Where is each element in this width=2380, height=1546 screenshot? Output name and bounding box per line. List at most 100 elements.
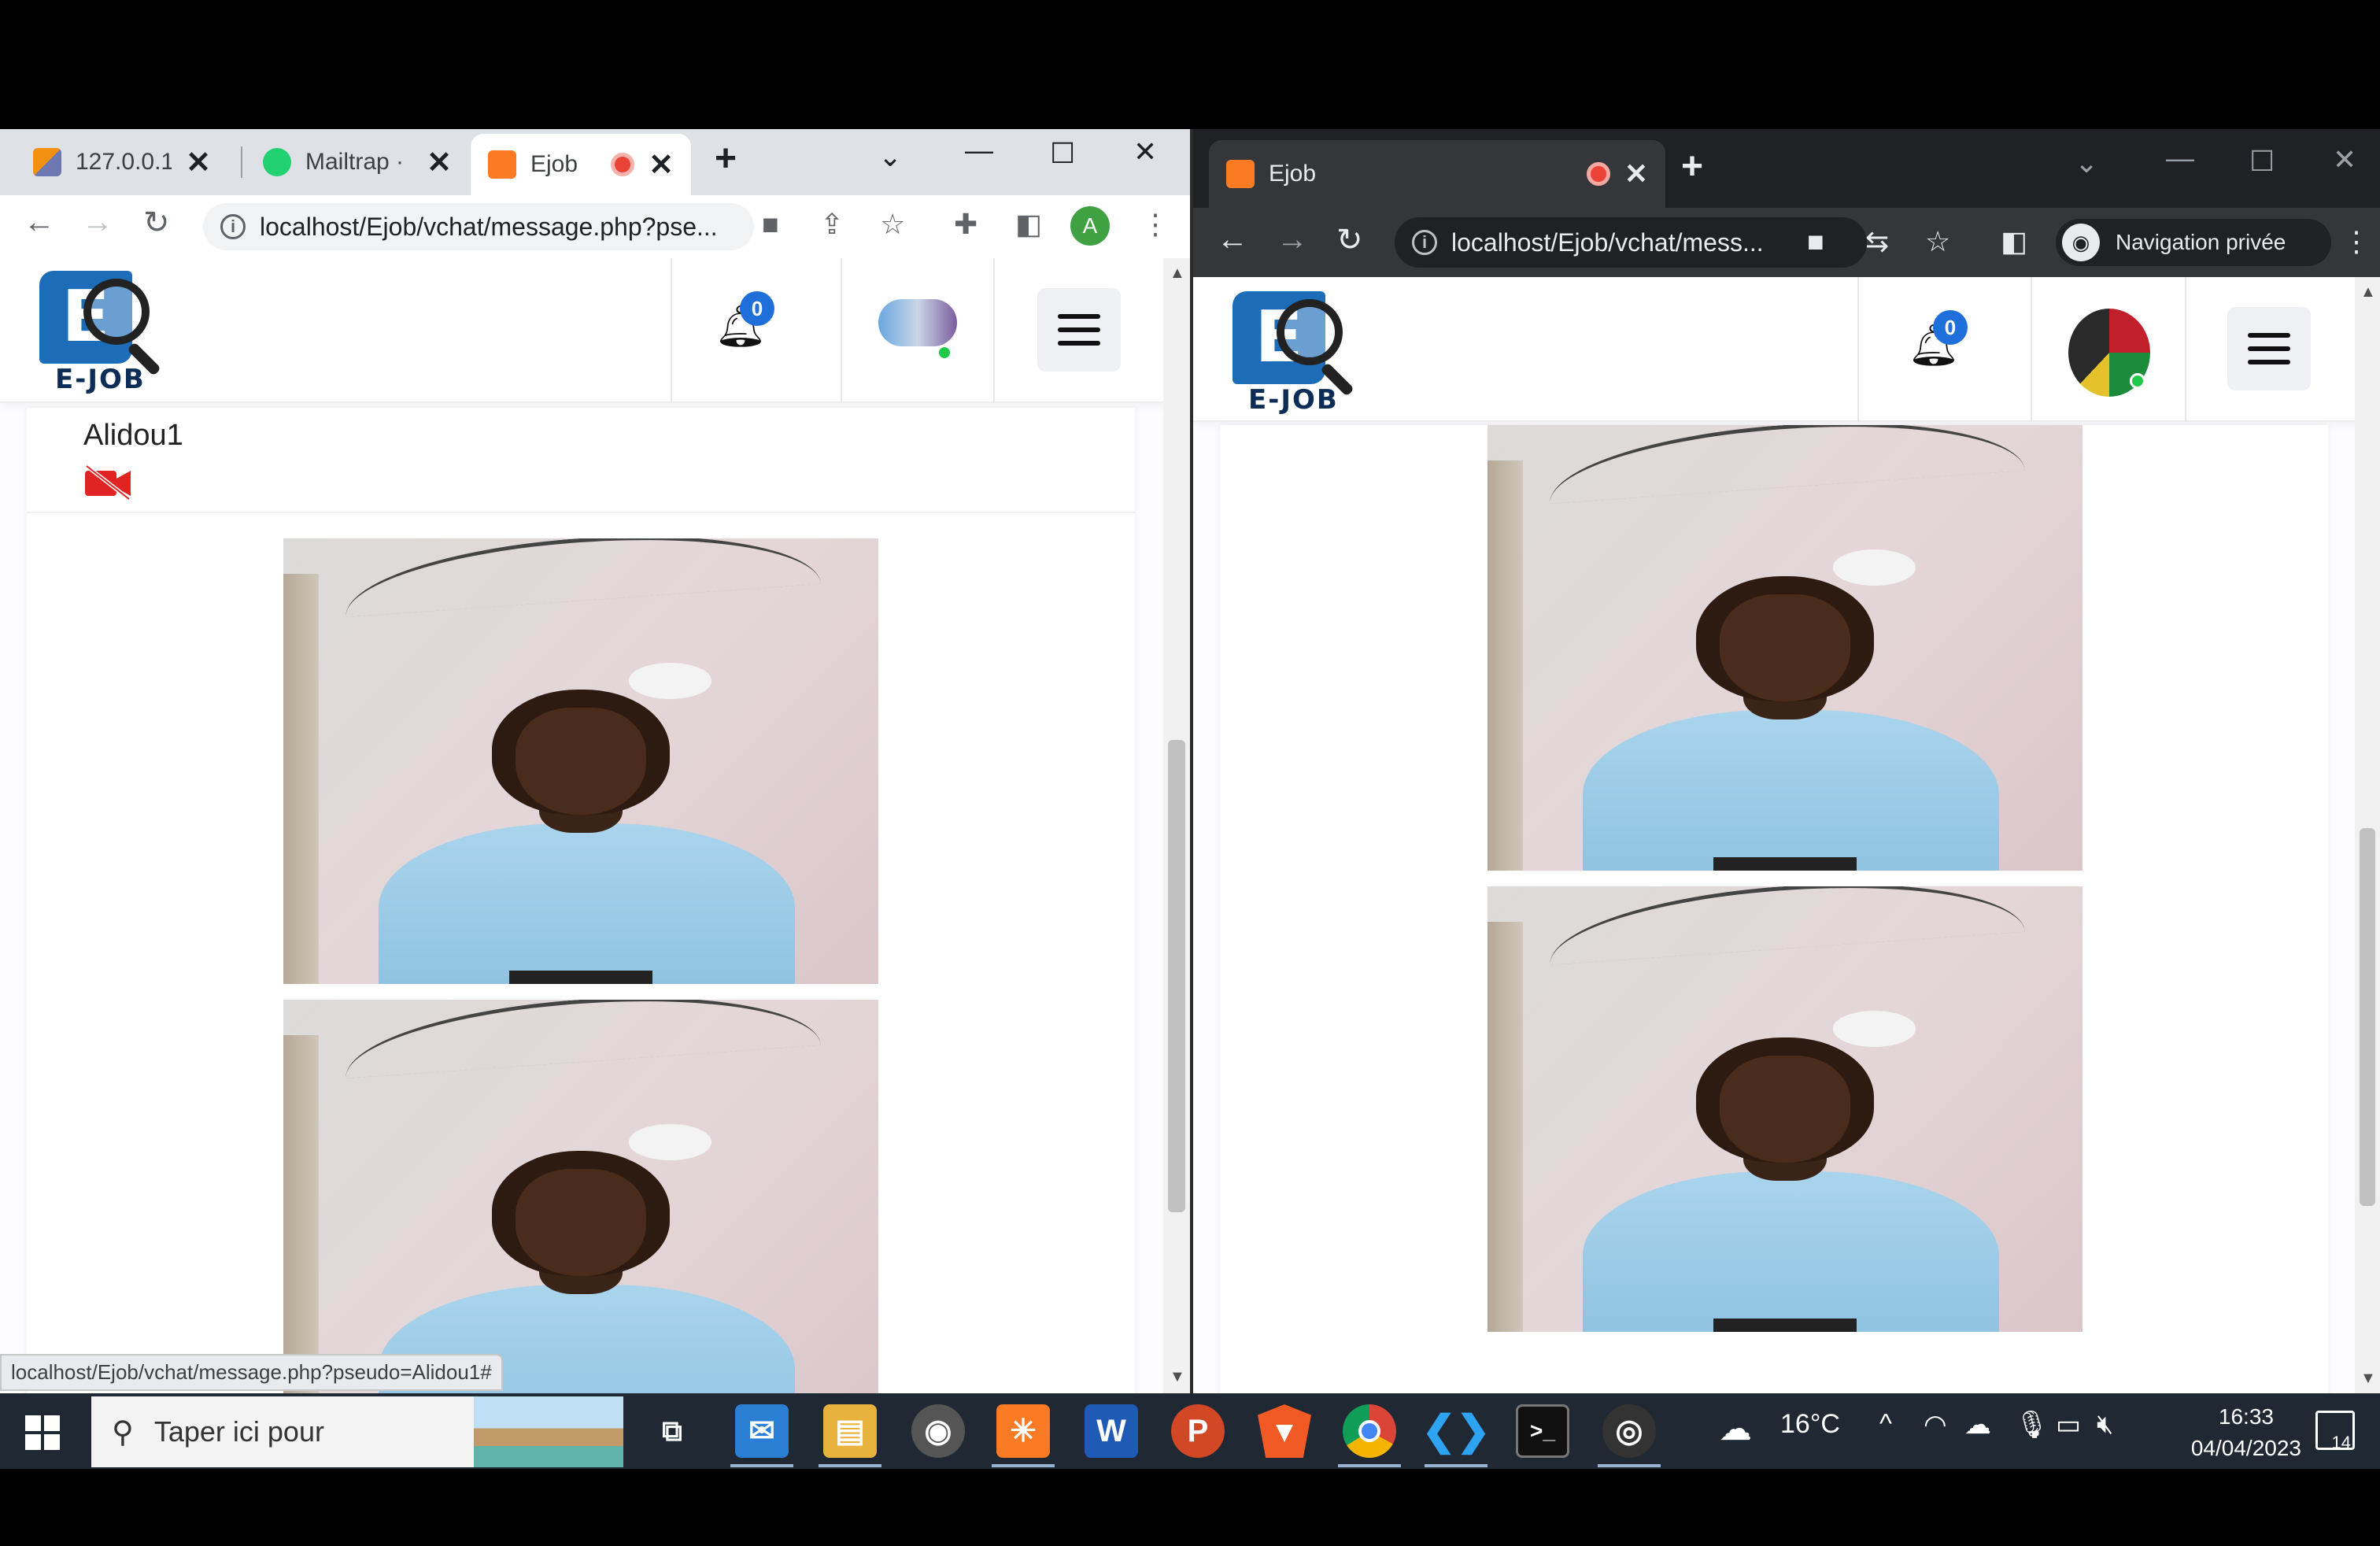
- reload-icon[interactable]: ↻: [1336, 222, 1363, 258]
- hamburger-menu-button[interactable]: [2227, 307, 2311, 390]
- new-tab-button[interactable]: +: [1681, 145, 1703, 188]
- video-scene: [1545, 886, 2025, 966]
- maximize-button[interactable]: ☐: [2249, 145, 2275, 178]
- wifi-icon[interactable]: ◠: [1924, 1409, 1947, 1441]
- vscode-icon[interactable]: ❮❯: [1421, 1404, 1490, 1458]
- obs-icon[interactable]: ◉: [911, 1404, 965, 1458]
- browser-toolbar: ← → ↻ i localhost/Ejob/vchat/message.php…: [0, 195, 1190, 258]
- weather-temperature[interactable]: 16°C: [1780, 1409, 1840, 1440]
- forward-icon[interactable]: →: [82, 205, 113, 240]
- video-scene: [1488, 460, 1524, 871]
- obs-studio-icon[interactable]: ◎: [1602, 1404, 1656, 1458]
- close-window-button[interactable]: ✕: [1133, 135, 1157, 168]
- ejob-logo[interactable]: E E-JOB: [39, 271, 165, 397]
- tab-phpmyadmin[interactable]: 127.0.0.1 / ✕: [16, 129, 228, 195]
- minimize-button[interactable]: —: [2166, 142, 2194, 175]
- video-scene: [1582, 1171, 2000, 1332]
- recording-icon: [611, 153, 635, 176]
- system-clock[interactable]: 16:33 04/04/2023: [2191, 1401, 2301, 1464]
- windows-taskbar: ⚲ Taper ici pour ⧉ ✉ ▤ ◉ ✳ W P ▾ ❮❯ >_ ◎…: [0, 1393, 2380, 1469]
- video-chat-card: Alidou1: [27, 408, 1135, 1393]
- tab-title: Ejob: [1269, 161, 1317, 187]
- side-panel-icon[interactable]: ◧: [1015, 208, 1042, 241]
- scroll-down-icon[interactable]: ▼: [1170, 1368, 1185, 1386]
- task-view-icon[interactable]: ⧉: [645, 1404, 699, 1458]
- side-panel-icon[interactable]: ◧: [2001, 225, 2027, 258]
- scroll-up-icon[interactable]: ▲: [2360, 283, 2376, 301]
- mail-app-icon[interactable]: ✉: [735, 1404, 789, 1458]
- tab-ejob[interactable]: Ejob ✕: [471, 134, 691, 195]
- maximize-button[interactable]: ☐: [1050, 137, 1075, 170]
- scroll-thumb[interactable]: [1168, 740, 1185, 1212]
- page-scrollbar[interactable]: ▲ ▼: [1163, 258, 1190, 1393]
- close-tab-icon[interactable]: ✕: [427, 145, 452, 180]
- video-off-icon[interactable]: [83, 464, 132, 501]
- terminal-icon[interactable]: >_: [1516, 1404, 1569, 1458]
- ejob-logo[interactable]: E E-JOB: [1232, 291, 1358, 417]
- video-scene: [1719, 1056, 1851, 1163]
- bookmark-star-icon[interactable]: ☆: [880, 208, 905, 241]
- tab-ejob[interactable]: Ejob ✕: [1209, 140, 1665, 208]
- menu-kebab-icon[interactable]: ⋮: [2342, 225, 2371, 258]
- xampp-icon: [1226, 160, 1255, 188]
- tab-mailtrap[interactable]: Mailtrap · ✕: [246, 129, 469, 195]
- translate-icon[interactable]: ⇆: [1865, 225, 1889, 258]
- phpmyadmin-icon: [33, 148, 61, 176]
- video-scene: [378, 823, 796, 984]
- tab-title: Ejob: [530, 151, 578, 177]
- address-bar[interactable]: i localhost/Ejob/vchat/message.php?pse..…: [203, 203, 754, 250]
- close-window-button[interactable]: ✕: [2333, 143, 2356, 176]
- close-tab-icon[interactable]: ✕: [186, 145, 211, 180]
- menu-kebab-icon[interactable]: ⋮: [1141, 208, 1170, 241]
- camera-icon[interactable]: ■: [762, 208, 779, 241]
- xampp-icon[interactable]: ✳: [996, 1404, 1050, 1458]
- video-scene: [283, 574, 320, 984]
- weather-cloud-icon[interactable]: ☁: [1719, 1409, 1752, 1448]
- brave-browser-icon[interactable]: ▾: [1258, 1404, 1311, 1458]
- close-tab-icon[interactable]: ✕: [649, 147, 674, 183]
- scroll-up-icon[interactable]: ▲: [1170, 264, 1185, 283]
- camera-icon[interactable]: ■: [1807, 225, 1824, 258]
- file-explorer-icon[interactable]: ▤: [823, 1404, 877, 1458]
- link-status-bar: localhost/Ejob/vchat/message.php?pseudo=…: [0, 1354, 503, 1391]
- minimize-button[interactable]: —: [965, 134, 993, 167]
- close-tab-icon[interactable]: ✕: [1624, 157, 1648, 190]
- back-icon[interactable]: ←: [1217, 222, 1248, 257]
- bookmark-star-icon[interactable]: ☆: [1925, 225, 1950, 258]
- video-scene: [1488, 922, 1524, 1332]
- page-scrollbar[interactable]: ▲ ▼: [2355, 277, 2380, 1393]
- volume-muted-icon[interactable]: 🔇︎: [2097, 1409, 2113, 1440]
- url-text: localhost/Ejob/vchat/mess...: [1451, 227, 1764, 257]
- profile-avatar[interactable]: A: [1070, 206, 1110, 246]
- forward-icon[interactable]: →: [1277, 222, 1308, 257]
- taskbar-search-box[interactable]: ⚲ Taper ici pour: [91, 1396, 623, 1467]
- powerpoint-icon[interactable]: P: [1171, 1404, 1225, 1458]
- tab-search-icon[interactable]: ⌄: [2075, 146, 2098, 179]
- reload-icon[interactable]: ↻: [143, 205, 170, 241]
- hamburger-menu-button[interactable]: [1037, 288, 1121, 372]
- user-avatar[interactable]: [878, 299, 957, 346]
- word-icon[interactable]: W: [1085, 1404, 1138, 1458]
- address-bar[interactable]: i localhost/Ejob/vchat/mess...: [1395, 217, 1867, 268]
- info-icon[interactable]: i: [220, 214, 246, 239]
- share-icon[interactable]: ⇪: [820, 208, 844, 241]
- extensions-icon[interactable]: ✚: [954, 208, 978, 241]
- windows-start-button[interactable]: [25, 1415, 60, 1450]
- info-icon[interactable]: i: [1412, 230, 1437, 255]
- video-chat-card: [1220, 425, 2328, 1393]
- action-center-notifications-icon[interactable]: 14: [2315, 1411, 2355, 1452]
- back-icon[interactable]: ←: [24, 205, 55, 240]
- battery-icon[interactable]: ▭: [2056, 1409, 2081, 1441]
- logo-text: E-JOB: [55, 364, 146, 395]
- microphone-icon[interactable]: 🎙︎: [2015, 1409, 2049, 1441]
- scroll-down-icon[interactable]: ▼: [2360, 1370, 2376, 1388]
- chrome-icon[interactable]: [1343, 1404, 1396, 1458]
- incognito-indicator[interactable]: ◉ Navigation privée: [2056, 219, 2331, 266]
- active-app-indicator: [730, 1464, 793, 1467]
- new-tab-button[interactable]: +: [715, 137, 737, 180]
- onedrive-error-icon[interactable]: ☁: [1964, 1409, 1991, 1441]
- video-scene: [341, 1000, 821, 1079]
- show-hidden-icons-chevron[interactable]: ^: [1879, 1409, 1892, 1440]
- tab-search-icon[interactable]: ⌄: [878, 140, 902, 173]
- scroll-thumb[interactable]: [2360, 828, 2375, 1206]
